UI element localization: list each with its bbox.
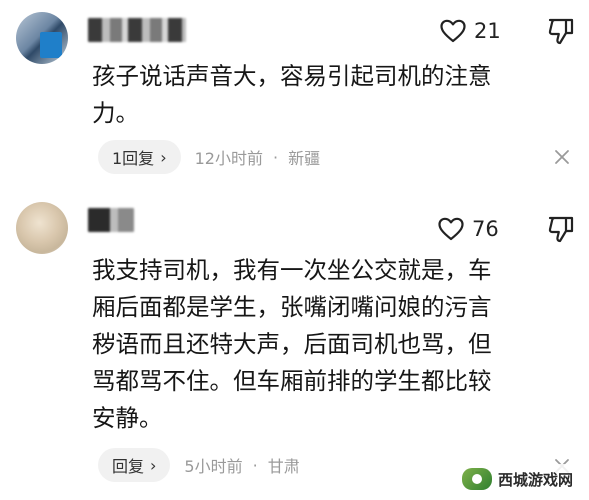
comment-meta: 12小时前 · 新疆 (195, 145, 320, 169)
like-count: 76 (472, 217, 499, 241)
location: 新疆 (288, 149, 321, 168)
heart-icon (440, 19, 466, 43)
avatar[interactable] (16, 12, 68, 64)
like-button[interactable]: 21 (440, 19, 501, 43)
thumbs-down-icon (548, 18, 574, 45)
reply-button[interactable]: 回复 › (98, 448, 171, 482)
comment-item: 76 我支持司机，我有一次坐公交就是，车 厢后面都是学生，张嘴闭嘴问娘的污言 秽… (0, 190, 589, 500)
dislike-button[interactable] (548, 17, 574, 49)
watermark-logo-icon (461, 468, 492, 490)
heart-icon (438, 217, 464, 241)
comment-footer: 1回复 › 12小时前 · 新疆 (98, 140, 320, 174)
comment-text: 我支持司机，我有一次坐公交就是，车 厢后面都是学生，张嘴闭嘴问娘的污言 秽语而且… (92, 256, 492, 432)
close-icon[interactable] (553, 148, 571, 166)
username-blurred[interactable] (88, 18, 186, 42)
location: 甘肃 (267, 457, 300, 476)
chevron-right-icon: › (150, 455, 157, 475)
comment-text: 孩子说话声音大，容易引起司机的注意 力。 (92, 62, 492, 127)
comment-item: 21 孩子说话声音大，容易引起司机的注意 力。 1回复 › 12小时前 · 新疆 (0, 0, 589, 190)
site-watermark: 西城游戏网 (453, 464, 581, 494)
reply-label: 1回复 (112, 149, 155, 168)
like-button[interactable]: 76 (438, 217, 499, 241)
reply-button[interactable]: 1回复 › (98, 140, 181, 174)
reply-label: 回复 (112, 457, 145, 476)
thumbs-down-icon (548, 216, 574, 243)
chevron-right-icon: › (160, 147, 167, 167)
separator: · (272, 147, 279, 167)
separator: · (252, 455, 258, 475)
username-blurred[interactable] (88, 208, 134, 232)
timestamp: 5小时前 (184, 457, 243, 476)
watermark-text: 西城游戏网 (497, 470, 573, 489)
like-count: 21 (474, 19, 501, 43)
timestamp: 12小时前 (194, 149, 263, 168)
dislike-button[interactable] (548, 215, 574, 247)
comment-footer: 回复 › 5小时前 · 甘肃 (98, 448, 300, 482)
avatar[interactable] (16, 202, 68, 254)
comment-meta: 5小时前 · 甘肃 (184, 453, 299, 477)
